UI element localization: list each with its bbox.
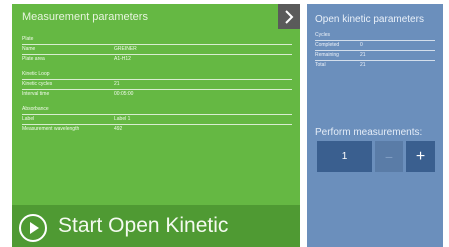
param-row: Label Label 1: [22, 114, 292, 124]
cycle-key: Completed: [315, 42, 340, 48]
param-value: 00:05:00: [114, 91, 134, 97]
section-label-plate: Plate: [22, 36, 34, 42]
measurement-count-field[interactable]: 1: [317, 141, 372, 172]
param-key: Plate area: [22, 56, 45, 62]
panel-title: Measurement parameters: [22, 11, 148, 23]
cycle-key: Remaining: [315, 52, 339, 58]
section-label-cycles: Cycles: [315, 32, 331, 38]
param-key: Measurement wavelength: [22, 126, 80, 132]
section-label-absorbance: Absorbance: [22, 106, 49, 112]
param-key: Interval time: [22, 91, 50, 97]
param-key: Name: [22, 46, 36, 52]
perform-measurements-label: Perform measurements:: [315, 127, 423, 138]
play-circle-icon: [19, 214, 47, 242]
measurement-panel: Measurement parameters Plate Name GREINE…: [12, 4, 300, 247]
measurement-header: Measurement parameters: [12, 4, 300, 32]
param-value: GREINER: [114, 46, 137, 52]
next-button[interactable]: [278, 4, 300, 29]
param-row: Kinetic cycles 21: [22, 79, 292, 89]
cycle-value: 21: [360, 52, 366, 58]
cycles-list: Cycles Completed 0 Remaining 21 Total 21: [315, 31, 435, 70]
param-row: Measurement wavelength 492: [22, 124, 292, 134]
start-label: Start Open Kinetic: [58, 214, 229, 237]
section-label-kinetic: Kinetic Loop: [22, 71, 50, 77]
panel-title: Open kinetic parameters: [315, 14, 424, 25]
decrement-button[interactable]: −: [375, 141, 403, 172]
param-key: Label: [22, 116, 35, 122]
param-row: Plate area A1-H12: [22, 54, 292, 64]
cycle-row: Remaining 21: [315, 50, 435, 60]
cycle-key: Total: [315, 62, 326, 68]
param-key: Kinetic cycles: [22, 81, 53, 87]
param-value: A1-H12: [114, 56, 131, 62]
increment-button[interactable]: +: [406, 141, 435, 172]
parameter-list: Plate Name GREINER Plate area A1-H12 Kin…: [22, 35, 292, 134]
param-row: Interval time 00:05:00: [22, 89, 292, 99]
param-value: 492: [114, 126, 123, 132]
cycle-value: 0: [360, 42, 363, 48]
cycle-value: 21: [360, 62, 366, 68]
open-kinetic-panel: Open kinetic parameters Cycles Completed…: [307, 4, 443, 247]
param-value: Label 1: [114, 116, 131, 122]
param-value: 21: [114, 81, 120, 87]
cycle-row: Completed 0: [315, 40, 435, 50]
cycle-row: Total 21: [315, 60, 435, 70]
chevron-right-icon: [285, 9, 294, 24]
start-open-kinetic-button[interactable]: Start Open Kinetic: [12, 205, 300, 247]
param-row: Name GREINER: [22, 44, 292, 54]
